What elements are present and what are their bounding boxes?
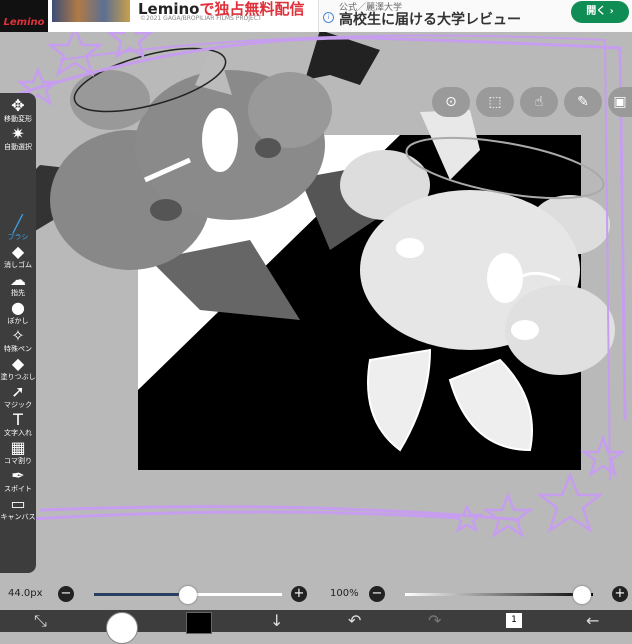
ruler-icon[interactable]: ✎ [564, 87, 602, 117]
canvas-icon: ▭ [10, 494, 26, 513]
brush-size-value: 44.0px [8, 588, 43, 599]
eyedropper-icon: ✒ [11, 466, 25, 485]
char2-eye [487, 253, 523, 303]
brush-size-minus-button[interactable]: − [58, 586, 74, 602]
action-bar: ⤡ ↓ ↶ ↷ 1 ← [0, 610, 632, 644]
brush-size-plus-button[interactable]: + [291, 586, 307, 602]
redo-icon[interactable]: ↷ [428, 612, 441, 630]
down-arrow-icon[interactable]: ↓ [270, 612, 283, 630]
tool-special-pen[interactable]: ✧ 特殊ペン [0, 327, 36, 354]
brush-preview[interactable] [106, 612, 138, 644]
drawing-canvas[interactable]: ⊙ ⬚ ☝ ✎ ▣ [0, 32, 632, 577]
tool-text[interactable]: T 文字入れ [0, 411, 36, 438]
auto-select-icon: ✷ [11, 124, 25, 143]
tool-magic[interactable]: ➚ マジック [0, 383, 36, 410]
tool-fill[interactable]: ◆ 塗りつぶし [0, 355, 36, 382]
opacity-slider-thumb[interactable] [573, 586, 591, 604]
ad-panel[interactable]: i 公式／麗澤大学 高校生に届ける大学レビュー 開く › [318, 0, 632, 32]
tool-auto-select[interactable]: ✷ 自動選択 [0, 125, 36, 152]
left-toolbar: ✥ 移動変形 ✷ 自動選択 ╱ ブラシ ◆ 消しゴム ☁ 指先 ● ぼかし ✧ 特殊ペン ◆ 塗… [0, 93, 36, 573]
undo-icon[interactable]: ↶ [348, 612, 361, 630]
brush-settings-bar: 44.0px − + 100% − + [0, 577, 632, 610]
selection-icon[interactable]: ⬚ [476, 87, 514, 117]
brush-icon: ╱ [13, 214, 23, 233]
hand-icon[interactable]: ☝ [520, 87, 558, 117]
move-icon: ✥ [11, 96, 25, 115]
brush-size-slider-thumb[interactable] [179, 586, 197, 604]
opacity-track[interactable] [405, 593, 593, 596]
color-swatch[interactable] [186, 612, 212, 634]
layers-button[interactable]: 1 [506, 613, 522, 628]
char1-cheek-right [255, 138, 281, 158]
magic-icon: ➚ [11, 382, 25, 401]
special-pen-icon: ✧ [11, 326, 25, 345]
fill-icon: ◆ [11, 354, 25, 373]
char1-ear-left [70, 70, 150, 130]
toggle-icon[interactable]: ⊙ [432, 87, 470, 117]
opacity-value: 100% [330, 588, 359, 599]
ad-logo: Lemino [0, 0, 48, 32]
char2-cheek [396, 238, 424, 258]
text-icon: T [13, 410, 23, 429]
tool-blur[interactable]: ● ぼかし [0, 299, 36, 326]
ad-copyright: ©2021 GAGA/BROPILIAR FILMS PROJECT [140, 15, 262, 22]
eraser-icon: ◆ [11, 242, 25, 261]
tool-finger[interactable]: ☁ 指先 [0, 271, 36, 298]
transform-icon[interactable]: ⤡ [34, 612, 47, 630]
ad-title: 高校生に届ける大学レビュー [339, 12, 521, 28]
ad-info-icon[interactable]: i [323, 12, 334, 23]
char1-cheek-left [150, 199, 182, 221]
opacity-minus-button[interactable]: − [369, 586, 385, 602]
tool-eraser[interactable]: ◆ 消しゴム [0, 243, 36, 270]
opacity-plus-button[interactable]: + [612, 586, 628, 602]
char1-ear-right [248, 72, 332, 148]
ad-open-button[interactable]: 開く › [571, 1, 629, 23]
finger-icon: ☁ [10, 270, 26, 289]
char2-cheek-right [511, 320, 539, 340]
tool-eyedropper[interactable]: ✒ スポイト [0, 467, 36, 494]
ad-thumbnail [52, 0, 130, 22]
char1-eye-white [202, 108, 238, 172]
tool-move-transform[interactable]: ✥ 移動変形 [0, 97, 36, 124]
ad-banner[interactable]: Lemino Leminoで独占無料配信 ©2021 GAGA/BROPILIA… [0, 0, 632, 32]
filter-icon[interactable]: ▣ [608, 87, 632, 117]
blur-icon: ● [11, 298, 25, 317]
tool-frame-divider[interactable]: ▦ コマ割り [0, 439, 36, 466]
top-tool-icons: ⊙ ⬚ ☝ ✎ ▣ [432, 87, 632, 117]
frame-divider-icon: ▦ [10, 438, 26, 457]
tool-canvas[interactable]: ▭ キャンバス [0, 495, 36, 522]
tool-brush[interactable]: ╱ ブラシ [0, 215, 36, 242]
back-arrow-icon[interactable]: ← [586, 612, 599, 630]
